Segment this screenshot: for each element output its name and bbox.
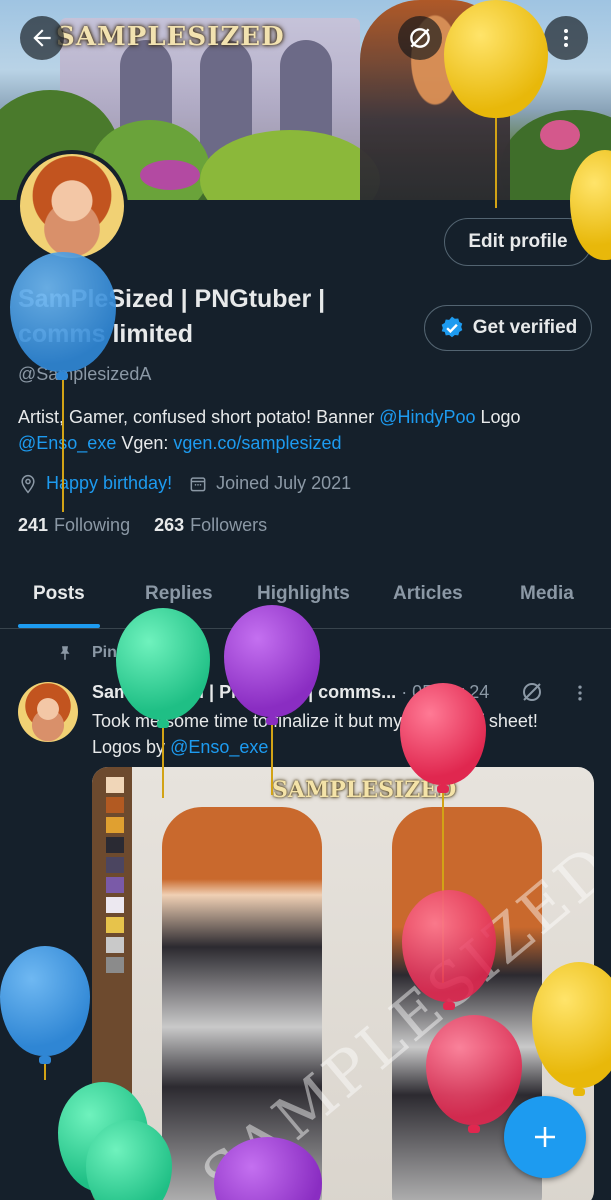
swatch <box>106 957 124 973</box>
swatch <box>106 917 124 933</box>
post-avatar[interactable] <box>18 682 78 742</box>
follow-counts: 241 Following 263 Followers <box>18 515 267 536</box>
banner-logo: SAMPLESIZED <box>56 22 285 52</box>
tab-posts[interactable]: Posts <box>33 583 85 605</box>
back-button[interactable] <box>20 16 64 60</box>
bio-text: Artist, Gamer, confused short potato! Ba… <box>18 407 380 427</box>
following-label: Following <box>54 515 131 535</box>
post-mention-enso[interactable]: @Enso_exe <box>170 737 268 757</box>
profile-handle: @SamplesizedA <box>18 364 152 384</box>
swatch <box>106 897 124 913</box>
tab-highlights[interactable]: Highlights <box>257 583 350 605</box>
followers-link[interactable]: 263 Followers <box>154 515 267 536</box>
bio-link-hindypoo[interactable]: @HindyPoo <box>379 407 475 427</box>
bio-link-enso[interactable]: @Enso_exe <box>18 433 116 453</box>
profile-meta: Happy birthday! Joined July 2021 <box>18 473 351 494</box>
swatch <box>106 937 124 953</box>
location-link[interactable]: Happy birthday! <box>46 473 172 494</box>
back-arrow-icon <box>33 29 51 47</box>
profile-tabs: Posts Replies Highlights Articles Media <box>0 565 611 629</box>
more-vertical-icon <box>564 29 568 47</box>
swatch <box>106 837 124 853</box>
tab-media[interactable]: Media <box>520 583 574 605</box>
grok-button[interactable] <box>398 16 442 60</box>
post-author[interactable]: SamPleSized | PNGtuber | comms... <box>92 682 396 702</box>
active-tab-indicator <box>18 624 100 628</box>
post-text-line: Logos by <box>92 737 171 757</box>
banner-flowers <box>540 120 580 150</box>
media-logo: SAMPLESIZED <box>272 777 457 803</box>
post-text: Took me some time to finalize it but my … <box>92 708 597 760</box>
profile-name: SamPleSized | PNGtuber | comms limited <box>18 285 326 348</box>
edit-profile-button[interactable]: Edit profile <box>444 218 592 266</box>
swatch <box>106 857 124 873</box>
bio-text: Vgen: <box>116 433 174 453</box>
get-verified-button[interactable]: Get verified <box>424 305 592 351</box>
plus-icon <box>535 1127 555 1147</box>
more-vertical-icon <box>578 685 582 701</box>
banner-flowers <box>140 160 200 190</box>
compose-button[interactable] <box>504 1096 586 1178</box>
bio-text: Logo <box>475 407 521 427</box>
post-text-line: Took me some time to finalize it but my … <box>92 711 538 731</box>
tab-replies[interactable]: Replies <box>145 583 213 605</box>
get-verified-label: Get verified <box>472 317 578 338</box>
following-count: 241 <box>18 515 49 535</box>
profile-bio: Artist, Gamer, confused short potato! Ba… <box>18 404 598 456</box>
swatch <box>106 817 124 833</box>
grok-icon <box>410 28 430 48</box>
color-swatches <box>92 767 132 1200</box>
followers-label: Followers <box>190 515 268 535</box>
bio-link-vgen[interactable]: vgen.co/samplesized <box>173 433 341 453</box>
location-pin-icon <box>21 474 35 493</box>
followers-count: 263 <box>154 515 185 535</box>
grok-icon <box>523 683 541 701</box>
swatch <box>106 777 124 793</box>
search-button[interactable] <box>470 16 514 60</box>
tab-articles[interactable]: Articles <box>393 583 463 605</box>
swatch <box>106 877 124 893</box>
more-button[interactable] <box>544 16 588 60</box>
post-more-button[interactable] <box>570 682 590 709</box>
post-date[interactable]: · 05 Apr 24 <box>401 682 489 702</box>
joined-date: Joined July 2021 <box>216 473 352 493</box>
pinned-indicator: Pinned <box>56 644 145 662</box>
post-grok-button[interactable] <box>520 680 544 709</box>
post-header: SamPleSized | PNGtuber | comms... · 05 A… <box>92 682 512 703</box>
pin-icon <box>60 646 70 660</box>
swatch <box>106 797 124 813</box>
following-link[interactable]: 241 Following <box>18 515 130 536</box>
pinned-label: Pinned <box>92 644 146 661</box>
search-icon <box>482 28 502 48</box>
verified-badge-icon <box>441 316 463 338</box>
profile-avatar[interactable] <box>16 150 128 262</box>
calendar-icon <box>190 476 206 491</box>
